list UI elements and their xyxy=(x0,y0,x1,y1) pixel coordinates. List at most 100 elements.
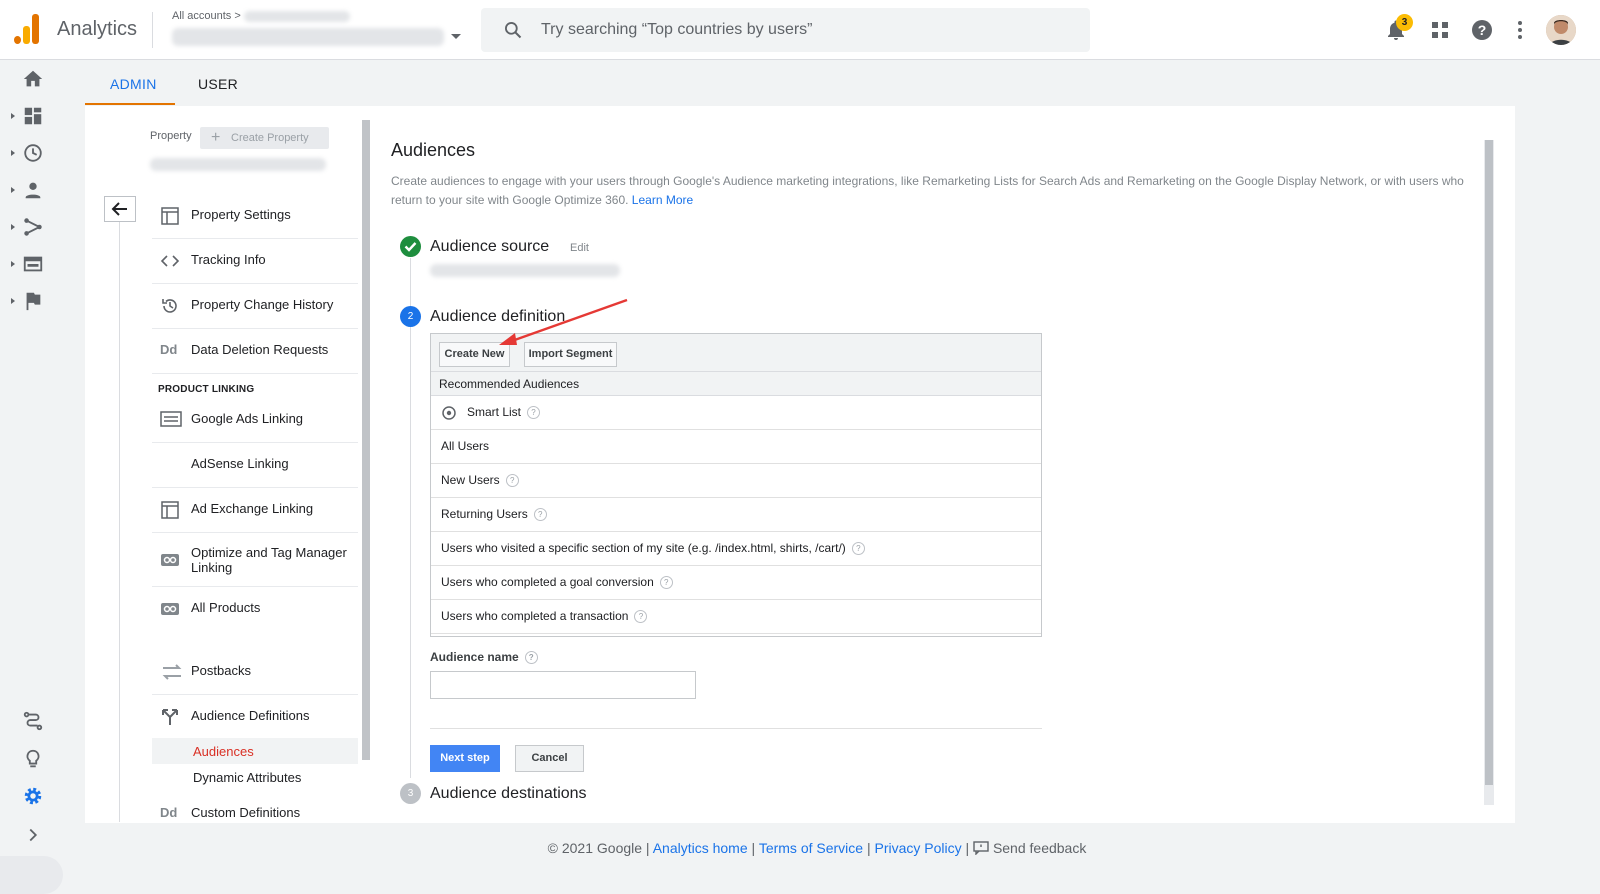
steps-line xyxy=(410,258,411,778)
help-icon[interactable]: ? xyxy=(524,651,538,665)
accounts-crumb-label: All accounts xyxy=(172,10,232,22)
menu-ad-exchange-linking[interactable]: Ad Exchange Linking xyxy=(152,488,358,533)
menu-custom-definitions[interactable]: Dd Custom Definitions xyxy=(152,803,358,823)
plus-icon: + xyxy=(211,129,221,146)
help-icon[interactable]: ? xyxy=(505,474,519,488)
acquisition-icon[interactable] xyxy=(22,216,44,238)
audience-label: All Users xyxy=(441,439,490,453)
learn-more-link[interactable]: Learn More xyxy=(632,193,693,207)
menu-tracking-info[interactable]: Tracking Info xyxy=(152,239,358,284)
list-item[interactable]: New Users? xyxy=(431,464,1041,498)
edit-source-link[interactable]: Edit xyxy=(570,242,589,254)
audience-name-input[interactable] xyxy=(430,671,696,699)
help-icon[interactable]: ? xyxy=(1470,18,1494,42)
nav-guide-line xyxy=(119,222,120,822)
description-text: Create audiences to engage with your use… xyxy=(391,174,1464,207)
list-item[interactable]: All Users xyxy=(431,430,1041,464)
more-vert-icon[interactable] xyxy=(1508,18,1532,42)
history-icon xyxy=(162,299,177,313)
code-icon xyxy=(160,255,180,267)
chevron-down-icon[interactable] xyxy=(451,34,461,39)
list-item[interactable]: Users who completed a goal conversion? xyxy=(431,566,1041,600)
lightbulb-icon[interactable] xyxy=(22,748,44,770)
list-item[interactable]: Returning Users? xyxy=(431,498,1041,532)
expand-arrow-icon[interactable] xyxy=(11,224,15,230)
accounts-breadcrumb[interactable]: All accounts > xyxy=(172,10,350,22)
expand-arrow-icon[interactable] xyxy=(11,150,15,156)
expand-arrow-icon[interactable] xyxy=(11,113,15,119)
property-selector[interactable] xyxy=(150,158,326,171)
menu-label: AdSense Linking xyxy=(191,456,289,471)
menu-data-deletion-requests[interactable]: Dd Data Deletion Requests xyxy=(152,329,358,374)
help-icon[interactable]: ? xyxy=(851,542,865,556)
help-icon[interactable]: ? xyxy=(659,576,673,590)
submenu-dynamic-attributes[interactable]: Dynamic Attributes xyxy=(193,770,301,785)
menu-label: All Products xyxy=(191,600,261,615)
list-item[interactable]: Users who visited a specific section of … xyxy=(431,532,1041,566)
back-button[interactable] xyxy=(104,196,136,222)
expand-arrow-icon[interactable] xyxy=(11,298,15,304)
flag-icon[interactable] xyxy=(22,290,44,312)
dd-icon: Dd xyxy=(160,342,178,357)
property-label: Property xyxy=(150,130,192,142)
admin-nav-active[interactable] xyxy=(0,856,63,894)
link-icon xyxy=(161,603,179,615)
help-icon[interactable]: ? xyxy=(634,610,648,624)
dashboard-icon[interactable] xyxy=(22,105,44,127)
menu-label: Audience Definitions xyxy=(191,708,310,723)
cancel-button[interactable]: Cancel xyxy=(515,745,584,772)
analytics-logo[interactable] xyxy=(14,14,40,44)
audience-definition-box: Create New Import Segment Recommended Au… xyxy=(430,333,1042,637)
menu-postbacks[interactable]: Postbacks xyxy=(152,650,358,695)
menu-property-settings[interactable]: Property Settings xyxy=(152,194,358,239)
expand-arrow-icon[interactable] xyxy=(11,187,15,193)
home-icon[interactable] xyxy=(22,68,44,90)
create-property-label: Create Property xyxy=(231,132,309,144)
expand-arrow-icon[interactable] xyxy=(11,261,15,267)
submenu-audiences[interactable]: Audiences xyxy=(193,744,254,759)
account-selector[interactable] xyxy=(172,28,444,46)
menu-google-ads-linking[interactable]: Google Ads Linking xyxy=(152,398,358,443)
apps-grid-icon[interactable] xyxy=(1428,18,1452,42)
layout-icon xyxy=(161,207,179,225)
avatar[interactable] xyxy=(1546,15,1576,45)
tab-user[interactable]: USER xyxy=(198,76,238,92)
search-bar[interactable]: Try searching “Top countries by users” xyxy=(481,8,1090,52)
page-title: Audiences xyxy=(391,140,476,160)
behavior-icon[interactable] xyxy=(22,253,44,275)
analytics-home-link[interactable]: Analytics home xyxy=(653,840,748,856)
left-nav xyxy=(0,60,65,894)
page-description: Create audiences to engage with your use… xyxy=(391,172,1471,210)
user-avatar-icon xyxy=(1546,15,1576,45)
menu-adsense-linking[interactable]: AdSense Linking xyxy=(152,443,358,488)
help-icon[interactable]: ? xyxy=(533,508,547,522)
menu-property-change-history[interactable]: Property Change History xyxy=(152,284,358,329)
list-item[interactable]: Smart List? xyxy=(431,396,1041,430)
audience-label: Users who completed a transaction xyxy=(441,609,629,623)
person-icon[interactable] xyxy=(22,179,44,201)
step-number-2: 2 xyxy=(400,306,421,327)
privacy-link[interactable]: Privacy Policy xyxy=(874,840,961,856)
content-scrollbar-thumb[interactable] xyxy=(1485,140,1493,785)
gear-icon[interactable] xyxy=(22,785,44,807)
create-property-button[interactable]: + Create Property xyxy=(200,127,329,149)
clock-icon[interactable] xyxy=(22,142,44,164)
help-icon[interactable]: ? xyxy=(527,406,541,420)
tab-admin[interactable]: ADMIN xyxy=(110,76,157,92)
audience-name-label: Audience name? xyxy=(430,650,538,665)
menu-label: Optimize and Tag Manager Linking xyxy=(191,545,347,575)
menu-all-products[interactable]: All Products xyxy=(152,587,358,632)
recommended-audiences-header: Recommended Audiences xyxy=(431,372,1041,396)
menu-label: Google Ads Linking xyxy=(191,411,304,426)
step-done-icon xyxy=(400,236,421,257)
top-bar: Analytics All accounts > Try searching “… xyxy=(0,0,1600,60)
send-feedback-link[interactable]: Send feedback xyxy=(993,840,1086,856)
next-step-button[interactable]: Next step xyxy=(430,745,500,772)
menu-audience-definitions[interactable]: Audience Definitions xyxy=(152,695,358,740)
menu-label: Postbacks xyxy=(191,663,251,678)
terms-link[interactable]: Terms of Service xyxy=(759,840,863,856)
list-item[interactable]: Users who completed a transaction? xyxy=(431,600,1041,634)
left-scrollbar-thumb[interactable] xyxy=(362,120,370,760)
attribution-icon[interactable] xyxy=(22,710,44,732)
menu-optimize-tag-manager-linking[interactable]: Optimize and Tag Manager Linking xyxy=(152,533,358,587)
